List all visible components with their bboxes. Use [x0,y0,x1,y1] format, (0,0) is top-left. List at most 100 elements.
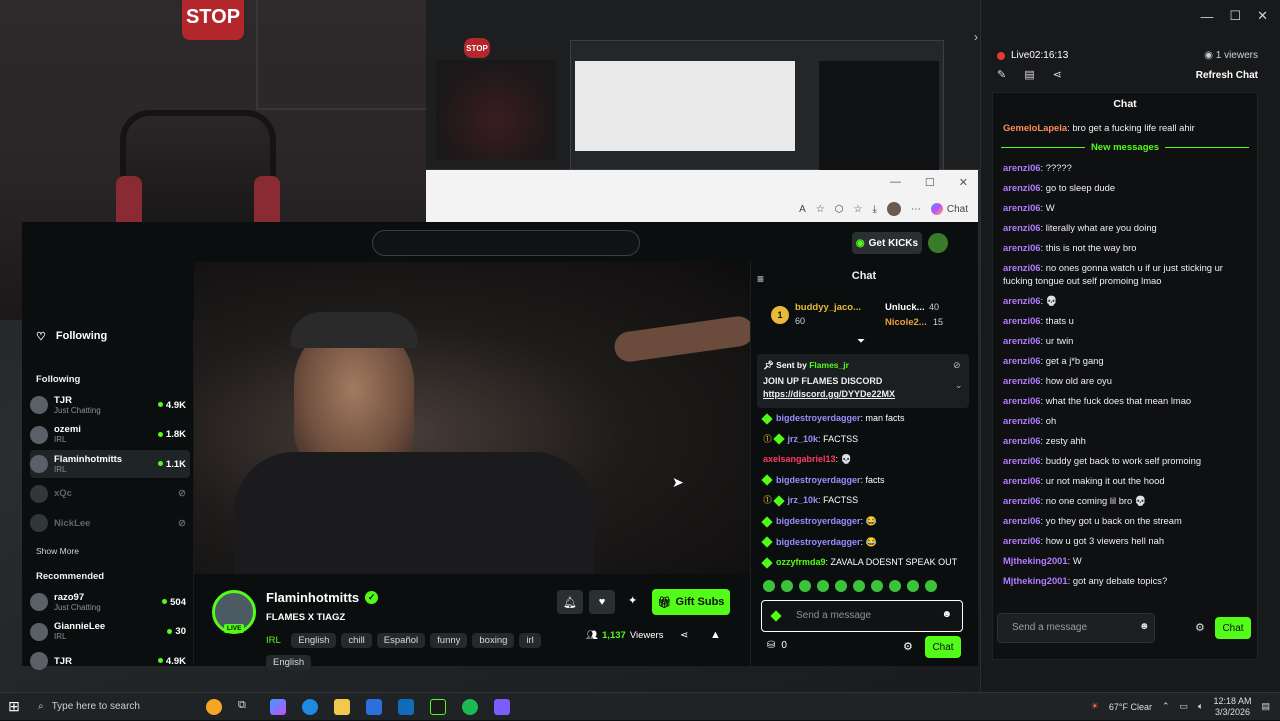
collections-icon[interactable]: ☆ [853,204,862,215]
kick-chat-username[interactable]: bigdestroyerdagger [776,516,861,526]
copilot-app-icon[interactable] [270,698,286,715]
chat-username[interactable]: arenzi06 [1003,435,1041,446]
stream-tag[interactable]: funny [430,633,468,648]
stream-tag[interactable]: Español [376,633,426,648]
kick-chat-username[interactable]: ozzyfrmda9 [776,557,826,567]
minimize-icon[interactable]: — [890,176,901,189]
chat-username[interactable]: arenzi06 [1003,202,1041,213]
chat-username[interactable]: arenzi06 [1003,222,1041,233]
kick-chat-username[interactable]: bigdestroyerdagger [776,413,861,423]
chat-username[interactable]: arenzi06 [1003,375,1041,386]
maximize-icon[interactable]: ☐ [925,176,935,189]
pencil-icon[interactable]: ✎ [997,68,1006,81]
chat-username[interactable]: arenzi06 [1003,415,1041,426]
stream-tag[interactable]: chill [341,633,372,648]
chevron-down-icon[interactable]: ⌄ [955,380,963,391]
sidebar-channel[interactable]: NickLee ⊘ [30,509,190,537]
taskbar-search[interactable]: ⌕ Type here to search [28,693,198,721]
chat-username[interactable]: arenzi06 [1003,335,1041,346]
filter-icon[interactable]: ⏷ [857,336,865,347]
spotify-icon[interactable] [462,698,478,715]
sidebar-channel[interactable]: TJR 4.9K [30,647,190,675]
favorite-star-icon[interactable]: ☆ [816,204,825,215]
stream-tag[interactable]: irl [519,633,541,648]
file-icon[interactable]: ▤ [1024,68,1034,81]
stream-tag[interactable]: boxing [472,633,515,648]
volume-icon[interactable]: 🔈︎ [1198,701,1203,712]
gear-icon[interactable]: ⚙ [1195,621,1205,634]
sidebar-channel[interactable]: ozemi IRL 1.8K [30,421,190,449]
sidebar-channel[interactable]: TJR Just Chatting 4.9K [30,391,190,419]
video-player[interactable]: ➤ [194,262,750,574]
chat-username[interactable]: Mjtheking2001 [1003,555,1068,566]
channel-points[interactable]: ⛁ 0 [767,640,787,651]
emote-icon[interactable] [889,580,901,592]
chat-username[interactable]: arenzi06 [1003,475,1041,486]
search-input[interactable] [372,230,640,256]
weather-text[interactable]: 67°F Clear [1109,702,1152,712]
emote-icon[interactable] [799,580,811,592]
sidebar-channel[interactable]: GiannieLee IRL 30 [30,618,190,646]
refresh-chat-button[interactable]: Refresh Chat [1196,70,1258,81]
sidebar-channel[interactable]: Flaminhotmitts IRL 1.1K [30,450,190,478]
chat-username[interactable]: arenzi06 [1003,535,1041,546]
top-gifter-name[interactable]: buddyy_jaco... [795,302,861,313]
streamer-name[interactable]: Flaminhotmitts [266,590,359,605]
chat-username[interactable]: arenzi06 [1003,395,1041,406]
chevron-up-icon[interactable]: ⌃ [1162,701,1170,712]
emote-icon[interactable] [925,580,937,592]
close-icon[interactable]: ✕ [959,176,968,189]
close-icon[interactable]: ✕ [1257,8,1268,24]
store-icon[interactable] [366,698,382,715]
report-warning-icon[interactable]: ▲ [710,629,721,641]
gifter-2-name[interactable]: Unluck... [885,302,925,313]
notifications-icon[interactable]: ▤ [1261,701,1270,712]
kick-chat-username[interactable]: jrz_10k [788,434,819,444]
emote-icon[interactable] [835,580,847,592]
streaming-app-icon[interactable] [494,698,510,715]
stream-tag[interactable]: English [291,633,337,648]
chat-username[interactable]: GemeloLapela [1003,122,1067,133]
show-more-link[interactable]: Show More [36,546,79,556]
downloads-icon[interactable]: ⤓ [872,204,876,215]
bell-icon[interactable]: 🔔︎ [557,590,583,614]
emote-icon[interactable] [763,580,775,592]
share-icon[interactable]: ⋖ [680,630,688,641]
chat-username[interactable]: arenzi06 [1003,242,1041,253]
chat-username[interactable]: Mjtheking2001 [1003,575,1068,586]
chat-username[interactable]: arenzi06 [1003,315,1041,326]
read-aloud-icon[interactable]: A [799,204,806,215]
emote-icon[interactable] [781,580,793,592]
outlook-icon[interactable] [398,698,414,715]
emote-icon[interactable] [817,580,829,592]
gift-subs-button[interactable]: 🎁︎ Gift Subs [652,589,730,615]
windows-start-icon[interactable]: ⊞ [0,698,28,715]
kick-chat-username[interactable]: axelsangabriel13 [763,454,836,464]
chat-send-button[interactable]: Chat [1215,617,1251,639]
sparkle-icon[interactable]: ✦ [628,594,637,607]
emote-icon[interactable] [907,580,919,592]
task-view-icon[interactable]: ⧉ [238,699,254,715]
sidebar-following-header[interactable]: ♡ Following [36,330,107,343]
kick-chat-username[interactable]: bigdestroyerdagger [776,475,861,485]
share-icon[interactable]: ⋖ [1053,68,1062,81]
clock[interactable]: 12:18 AM 3/3/2026 [1213,696,1251,718]
chevron-right-icon[interactable]: › [974,30,978,44]
kick-chat-input[interactable]: Send a message ☻ [761,600,963,632]
network-icon[interactable]: ▭ [1180,701,1189,712]
extension-icon[interactable]: ⬡ [835,204,844,215]
chat-username[interactable]: arenzi06 [1003,455,1041,466]
edge-icon[interactable] [302,698,318,715]
gear-icon[interactable]: ⚙ [903,640,913,653]
chat-username[interactable]: arenzi06 [1003,295,1041,306]
minimize-icon[interactable]: — [1200,9,1213,24]
kick-chat-username[interactable]: bigdestroyerdagger [776,537,861,547]
weather-app-icon[interactable] [206,698,222,715]
chat-username[interactable]: arenzi06 [1003,262,1041,273]
pinned-link[interactable]: https://discord.gg/DYYDe22MX [763,389,895,399]
stream-category[interactable]: IRL [266,635,281,646]
more-icon[interactable]: ⋯ [911,204,921,215]
kick-app-icon[interactable] [430,698,446,715]
chat-username[interactable]: arenzi06 [1003,162,1041,173]
sidebar-channel[interactable]: razo97 Just Chatting 504 [30,588,190,616]
